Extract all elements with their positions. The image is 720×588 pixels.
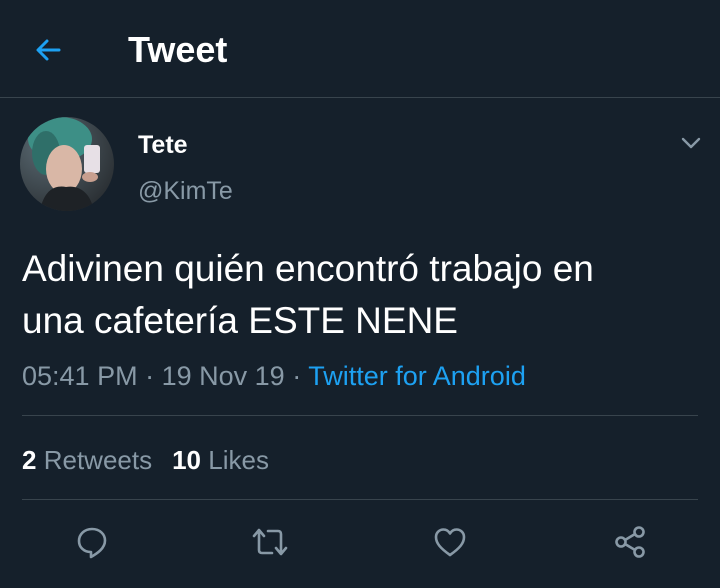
avatar[interactable] [20, 117, 114, 211]
meta-separator: · [145, 361, 155, 391]
retweets-count: 2 [22, 445, 37, 475]
tweet-source-link[interactable]: Twitter for Android [308, 361, 526, 391]
tweet-time: 05:41 PM [22, 361, 138, 391]
top-bar: Tweet [0, 0, 720, 98]
likes-count: 10 [172, 445, 202, 475]
tweet-options-button[interactable] [676, 128, 706, 158]
share-button[interactable] [610, 522, 650, 562]
arrow-left-icon [36, 39, 61, 61]
share-icon [615, 526, 645, 558]
author-handle[interactable]: @KimTe [138, 176, 233, 206]
tweet-stats: 2 Retweets 10 Likes [22, 444, 269, 476]
likes-label: Likes [208, 445, 269, 475]
reply-icon [77, 527, 107, 559]
tweet-meta: 05:41 PM · 19 Nov 19 · Twitter for Andro… [22, 360, 526, 392]
like-icon [434, 528, 466, 557]
retweet-button[interactable] [250, 522, 290, 562]
reply-button[interactable] [72, 522, 112, 562]
back-button[interactable] [28, 30, 68, 70]
retweet-icon [252, 528, 288, 556]
retweets-stat[interactable]: 2 Retweets [22, 445, 152, 475]
author-name[interactable]: Tete [138, 130, 188, 160]
tweet-date: 19 Nov 19 [161, 361, 285, 391]
likes-stat[interactable]: 10 Likes [172, 445, 269, 475]
meta-separator: · [292, 361, 302, 391]
tweet-text-line: Adivinen quién encontró trabajo en [22, 248, 594, 289]
page-title: Tweet [128, 29, 228, 70]
tweet-text: Adivinen quién encontró trabajo en una c… [22, 243, 702, 347]
divider [22, 499, 698, 500]
retweets-label: Retweets [43, 445, 153, 475]
avatar-image [20, 117, 114, 211]
chevron-down-icon [681, 137, 701, 149]
divider [22, 415, 698, 416]
like-button[interactable] [430, 522, 470, 562]
tweet-text-line: una cafetería ESTE NENE [22, 300, 458, 341]
